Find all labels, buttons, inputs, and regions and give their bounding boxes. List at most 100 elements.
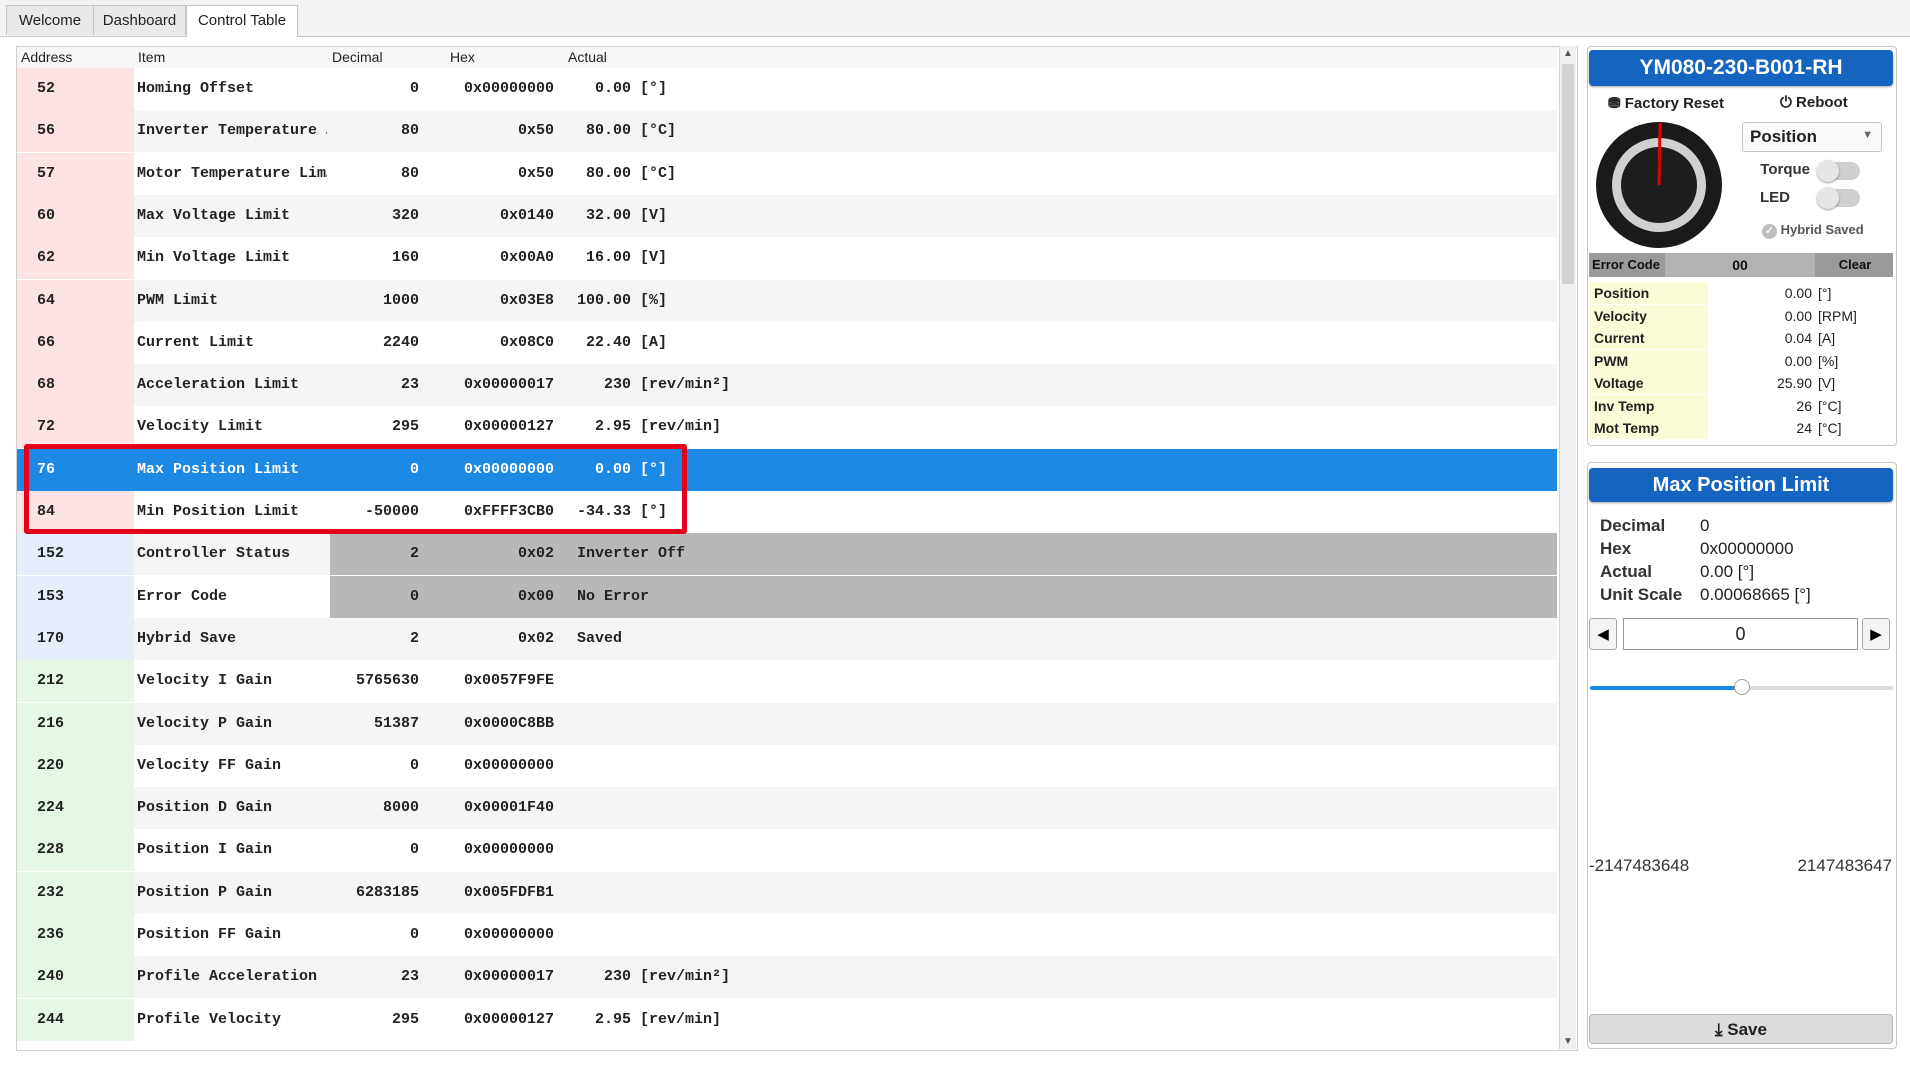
status-value: 0.00: [1784, 285, 1812, 301]
value-input[interactable]: [1623, 618, 1858, 650]
decimal-cell: 1000: [382, 292, 419, 309]
table-row[interactable]: 68 Acceleration Limit 23 0x00000017 230 [re…: [17, 364, 1557, 406]
column-header-decimal[interactable]: Decimal: [332, 49, 383, 65]
actual-cell: Saved: [577, 630, 623, 647]
decimal-cell: 80: [400, 122, 419, 139]
torque-toggle[interactable]: [1817, 160, 1860, 182]
table-row[interactable]: 72 Velocity Limit 295 0x00000127 2.95 [rev/…: [17, 406, 1557, 448]
address-cell: 212: [17, 660, 134, 702]
hex-cell: 0x0057F9FE: [463, 672, 554, 689]
table-row[interactable]: 57 Motor Temperature Lim… 80 0x50 80.00 [°C…: [17, 153, 1557, 195]
mode-select[interactable]: Position ▼: [1742, 122, 1882, 152]
table-row[interactable]: 64 PWM Limit 1000 0x03E8 100.00 [%]: [17, 280, 1557, 322]
table-row[interactable]: 244 Profile Velocity 295 0x00000127 2.95 [r…: [17, 999, 1557, 1041]
control-table: Address Item Decimal Hex Actual 52 Homing…: [16, 46, 1578, 1051]
table-row[interactable]: 60 Max Voltage Limit 320 0x0140 32.00 [V]: [17, 195, 1557, 237]
column-header-hex[interactable]: Hex: [450, 49, 475, 65]
scroll-thumb[interactable]: [1562, 64, 1574, 284]
scroll-down-icon[interactable]: ▼: [1563, 1036, 1573, 1047]
table-row[interactable]: 224 Position D Gain 8000 0x00001F40: [17, 787, 1557, 829]
table-row[interactable]: 56 Inverter Temperature … 80 0x50 80.00 [°C…: [17, 110, 1557, 152]
scroll-up-icon[interactable]: ▲: [1563, 48, 1573, 59]
decimal-cell: 2240: [382, 334, 419, 351]
table-row[interactable]: 153 Error Code 0 0x00 No Error: [17, 576, 1557, 618]
actual-cell: 2.95 [rev/min]: [577, 418, 722, 435]
table-row[interactable]: 152 Controller Status 2 0x02 Inverter Off: [17, 533, 1557, 575]
range-max-label: 2147483647: [1797, 856, 1892, 875]
tab-control-table[interactable]: Control Table: [186, 5, 298, 37]
item-cell: Homing Offset: [137, 80, 255, 97]
item-cell: Hybrid Save: [137, 630, 237, 647]
address-value: 236: [37, 926, 65, 943]
item-cell: Acceleration Limit: [137, 376, 300, 393]
table-row[interactable]: 216 Velocity P Gain 51387 0x0000C8BB: [17, 703, 1557, 745]
table-row[interactable]: 66 Current Limit 2240 0x08C0 22.40 [A]: [17, 322, 1557, 364]
item-cell: Position I Gain: [137, 841, 273, 858]
status-table: Position 0.00 [°] Velocity 0.00 [RPM] Current 0…: [1590, 282, 1892, 440]
decrement-button[interactable]: ◀: [1589, 618, 1617, 650]
address-cell: 52: [17, 68, 134, 110]
table-row[interactable]: 52 Homing Offset 0 0x00000000 0.00 [°]: [17, 68, 1557, 110]
value-slider-fill: [1590, 686, 1742, 690]
address-value: 57: [37, 165, 56, 182]
reboot-button[interactable]: ⏻ Reboot: [1780, 94, 1848, 111]
actual-cell: 32.00 [V]: [577, 207, 668, 224]
table-row[interactable]: 240 Profile Acceleration 23 0x00000017 230 …: [17, 956, 1557, 998]
table-row[interactable]: 220 Velocity FF Gain 0 0x00000000: [17, 745, 1557, 787]
address-value: 64: [37, 292, 56, 309]
table-scrollbar[interactable]: ▲ ▼: [1559, 46, 1576, 1049]
tab-dashboard[interactable]: Dashboard: [93, 5, 186, 35]
column-header-address[interactable]: Address: [21, 49, 72, 65]
actual-cell: Inverter Off: [577, 545, 686, 562]
hex-cell: 0x0000C8BB: [463, 715, 554, 732]
table-row[interactable]: 232 Position P Gain 6283185 0x005FDFB1: [17, 872, 1557, 914]
address-cell: 64: [17, 280, 134, 322]
address-cell: 56: [17, 110, 134, 152]
tab-welcome[interactable]: Welcome: [6, 5, 94, 35]
device-model-title: YM080-230-B001-RH: [1589, 50, 1893, 86]
factory-reset-label: Factory Reset: [1624, 95, 1724, 112]
address-value: 62: [37, 249, 56, 266]
actual-cell: 100.00 [%]: [577, 292, 668, 309]
status-label: Mot Temp: [1590, 417, 1708, 439]
status-unit: [°C]: [1818, 420, 1842, 436]
status-value: 0.00: [1784, 307, 1812, 324]
status-unit: [RPM]: [1818, 307, 1857, 324]
increment-button[interactable]: ▶: [1862, 618, 1890, 650]
torque-toggle-knob: [1817, 160, 1839, 182]
item-cell: Position D Gain: [137, 799, 273, 816]
hex-cell: 0x00000000: [463, 841, 554, 858]
tab-bar: Welcome Dashboard Control Table: [0, 0, 1910, 37]
status-label: Velocity: [1590, 304, 1708, 327]
address-cell: 216: [17, 703, 134, 745]
address-value: 216: [37, 715, 65, 732]
actual-cell: 80.00 [°C]: [577, 122, 677, 139]
table-rows: 52 Homing Offset 0 0x00000000 0.00 [°] 56 Inv…: [17, 68, 1557, 1048]
table-row[interactable]: 236 Position FF Gain 0 0x00000000: [17, 914, 1557, 956]
table-row[interactable]: 62 Min Voltage Limit 160 0x00A0 16.00 [V]: [17, 237, 1557, 279]
power-icon: ⏻: [1780, 94, 1792, 111]
clear-error-button[interactable]: Clear: [1817, 253, 1893, 277]
decimal-cell: 2: [409, 545, 419, 562]
decimal-cell: 0: [409, 588, 419, 605]
status-label: PWM: [1590, 349, 1708, 372]
decimal-cell: 6283185: [355, 884, 419, 901]
led-toggle[interactable]: [1817, 187, 1860, 209]
item-cell: Velocity P Gain: [137, 715, 273, 732]
decimal-cell: 295: [391, 1011, 419, 1028]
factory-reset-button[interactable]: ⛃ Factory Reset: [1608, 94, 1724, 112]
table-row[interactable]: 170 Hybrid Save 2 0x02 Saved: [17, 618, 1557, 660]
column-header-item[interactable]: Item: [138, 49, 165, 65]
save-button[interactable]: ⤓ Save: [1589, 1014, 1893, 1044]
item-cell: PWM Limit: [137, 292, 219, 309]
value-slider-thumb[interactable]: [1733, 679, 1750, 695]
item-cell: Min Voltage Limit: [137, 249, 291, 266]
column-header-actual[interactable]: Actual: [568, 49, 607, 65]
status-row: Position 0.00 [°]: [1590, 282, 1892, 304]
position-dial[interactable]: [1594, 120, 1724, 250]
table-row[interactable]: 212 Velocity I Gain 5765630 0x0057F9FE: [17, 660, 1557, 702]
status-row: Inv Temp 26 [°C]: [1590, 394, 1892, 417]
address-value: 224: [37, 799, 65, 816]
decimal-cell: 320: [391, 207, 419, 224]
table-row[interactable]: 228 Position I Gain 0 0x00000000: [17, 829, 1557, 871]
